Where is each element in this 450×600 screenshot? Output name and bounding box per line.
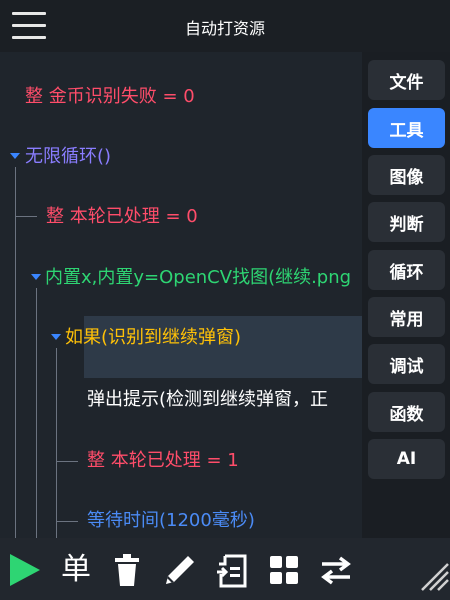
delete-icon[interactable] xyxy=(107,550,147,590)
code-editor[interactable]: 整 金币识别失败 = 0 无限循环() 整 本轮已处理 = 0 内置x,内置y=… xyxy=(0,52,362,538)
tree-guide xyxy=(56,348,57,538)
tree-guide xyxy=(36,288,37,538)
bottom-toolbar: 单 xyxy=(0,538,450,600)
collapse-arrow-icon[interactable] xyxy=(10,153,20,159)
tree-guide xyxy=(15,167,16,538)
sidebar-item-file[interactable]: 文件 xyxy=(368,60,445,100)
paste-icon[interactable] xyxy=(213,550,253,590)
sidebar-item-common[interactable]: 常用 xyxy=(368,297,445,337)
collapse-arrow-icon[interactable] xyxy=(31,274,41,280)
tree-guide xyxy=(56,521,78,522)
play-icon[interactable] xyxy=(4,550,44,590)
sidebar-item-tools[interactable]: 工具 xyxy=(368,108,445,148)
tree-guide xyxy=(15,216,37,217)
code-line[interactable]: 整 金币识别失败 = 0 xyxy=(25,85,195,109)
collapse-arrow-icon[interactable] xyxy=(51,334,61,340)
page-title: 自动打资源 xyxy=(184,19,265,38)
sidebar-item-loop[interactable]: 循环 xyxy=(368,250,445,290)
sidebar-item-ai[interactable]: AI xyxy=(368,439,445,479)
code-line[interactable]: 内置x,内置y=OpenCV找图(继续.png xyxy=(45,266,351,290)
code-line[interactable]: 弹出提示(检测到继续弹窗，正 xyxy=(87,388,328,412)
category-sidebar: 文件 工具 图像 判断 循环 常用 调试 函数 AI xyxy=(362,52,450,538)
sidebar-item-image[interactable]: 图像 xyxy=(368,155,445,195)
tree-guide xyxy=(56,461,78,462)
edit-icon[interactable] xyxy=(160,550,200,590)
code-line[interactable]: 整 本轮已处理 = 1 xyxy=(87,449,239,473)
sidebar-item-function[interactable]: 函数 xyxy=(368,392,445,432)
top-bar: 自动打资源 xyxy=(0,0,450,52)
resize-icon[interactable] xyxy=(412,554,450,594)
code-line[interactable]: 如果(识别到继续弹窗) xyxy=(65,326,241,350)
grid-icon[interactable] xyxy=(264,550,304,590)
code-line[interactable]: 等待时间(1200毫秒) xyxy=(87,509,255,533)
code-line[interactable]: 无限循环() xyxy=(25,145,111,169)
sidebar-item-judge[interactable]: 判断 xyxy=(368,202,445,242)
single-step-button[interactable]: 单 xyxy=(58,550,94,590)
swap-icon[interactable] xyxy=(316,550,356,590)
code-line[interactable]: 整 本轮已处理 = 0 xyxy=(46,205,198,229)
sidebar-item-debug[interactable]: 调试 xyxy=(368,344,445,384)
